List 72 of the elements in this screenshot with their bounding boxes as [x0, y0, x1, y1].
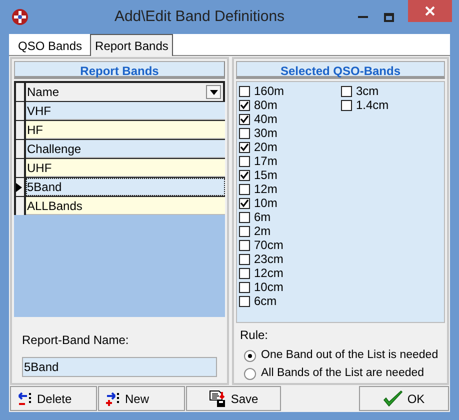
table-row[interactable]: Challenge [26, 140, 225, 158]
radio-label: One Band out of the List is needed [261, 348, 438, 364]
checkbox-label: 40m [254, 111, 278, 128]
table-row[interactable]: HF [26, 121, 225, 139]
panel-header: Report Bands [14, 61, 225, 79]
checkbox-label: 160m [254, 83, 284, 100]
checkbox[interactable] [239, 226, 250, 236]
checkbox[interactable] [239, 198, 250, 208]
checkbox-label: 70cm [254, 237, 284, 254]
new-button[interactable]: New [98, 386, 185, 411]
window-title: Add\Edit Band Definitions [113, 6, 286, 27]
row-selector[interactable] [16, 121, 26, 139]
checkbox[interactable] [239, 100, 250, 110]
checkbox-label: 23cm [254, 251, 284, 268]
table-row[interactable]: UHF [26, 159, 225, 177]
dropdown-icon[interactable] [206, 85, 221, 99]
remove-arrow-icon [17, 390, 33, 406]
row-selector[interactable] [16, 178, 26, 196]
checkbox-label: 6cm [254, 293, 277, 310]
row-selector[interactable] [16, 102, 26, 120]
close-icon [425, 6, 435, 16]
row-selector[interactable] [16, 159, 26, 177]
checkbox[interactable] [239, 268, 250, 278]
table-row[interactable]: VHF [26, 102, 225, 120]
row-selector[interactable] [16, 140, 26, 158]
column-header-label: Name [27, 84, 60, 101]
add-arrow-icon [105, 390, 121, 406]
checkbox-label: 10cm [254, 279, 284, 296]
checkbox-label: 12m [254, 181, 278, 198]
checkbox-label: 12cm [254, 265, 284, 282]
checkbox[interactable] [239, 254, 250, 264]
save-button[interactable]: Save [186, 386, 281, 411]
table-row[interactable]: 5Band [26, 178, 225, 196]
row-selector[interactable] [16, 197, 26, 215]
checkbox-label: 80m [254, 97, 278, 114]
checkbox[interactable] [239, 240, 250, 250]
checkbox-label: 30m [254, 125, 278, 142]
checkbox-label: 6m [254, 209, 271, 226]
delete-button[interactable]: Delete [10, 386, 97, 411]
radio-button[interactable] [244, 350, 256, 362]
checkbox-label: 17m [254, 153, 278, 170]
table-row[interactable]: ALLBands [26, 197, 225, 215]
checkbox[interactable] [239, 142, 250, 152]
radio-button[interactable] [244, 368, 256, 380]
checkbox-label: 15m [254, 167, 278, 184]
checkbox[interactable] [239, 282, 250, 292]
field-label: Report-Band Name: [22, 332, 130, 349]
app-icon [11, 8, 29, 26]
radio-label: All Bands of the List are needed [261, 366, 424, 382]
name-field[interactable]: 5Band [22, 357, 217, 377]
tab[interactable]: Report Bands [90, 34, 174, 56]
checkbox[interactable] [239, 128, 250, 138]
checkbox-label: 2m [254, 223, 271, 240]
checkbox[interactable] [341, 86, 352, 96]
checkbox[interactable] [341, 100, 352, 110]
checkbox[interactable] [239, 212, 250, 222]
checkbox[interactable] [239, 114, 250, 124]
checkbox-label: 1.4cm [356, 97, 389, 114]
checkbox-label: 3cm [356, 83, 379, 100]
checkbox[interactable] [239, 170, 250, 180]
document-disk-icon [208, 390, 227, 408]
checkbox[interactable] [239, 86, 250, 96]
checkbox[interactable] [239, 184, 250, 194]
rule-label: Rule: [240, 327, 270, 344]
close-button[interactable] [408, 0, 452, 22]
checkmark-icon [383, 390, 404, 408]
panel-header: Selected QSO-Bands [236, 61, 445, 79]
ok-button[interactable]: OK [359, 386, 449, 411]
checkbox[interactable] [239, 296, 250, 306]
checkbox[interactable] [239, 156, 250, 166]
checkbox-label: 20m [254, 139, 278, 156]
checkbox-label: 10m [254, 195, 278, 212]
